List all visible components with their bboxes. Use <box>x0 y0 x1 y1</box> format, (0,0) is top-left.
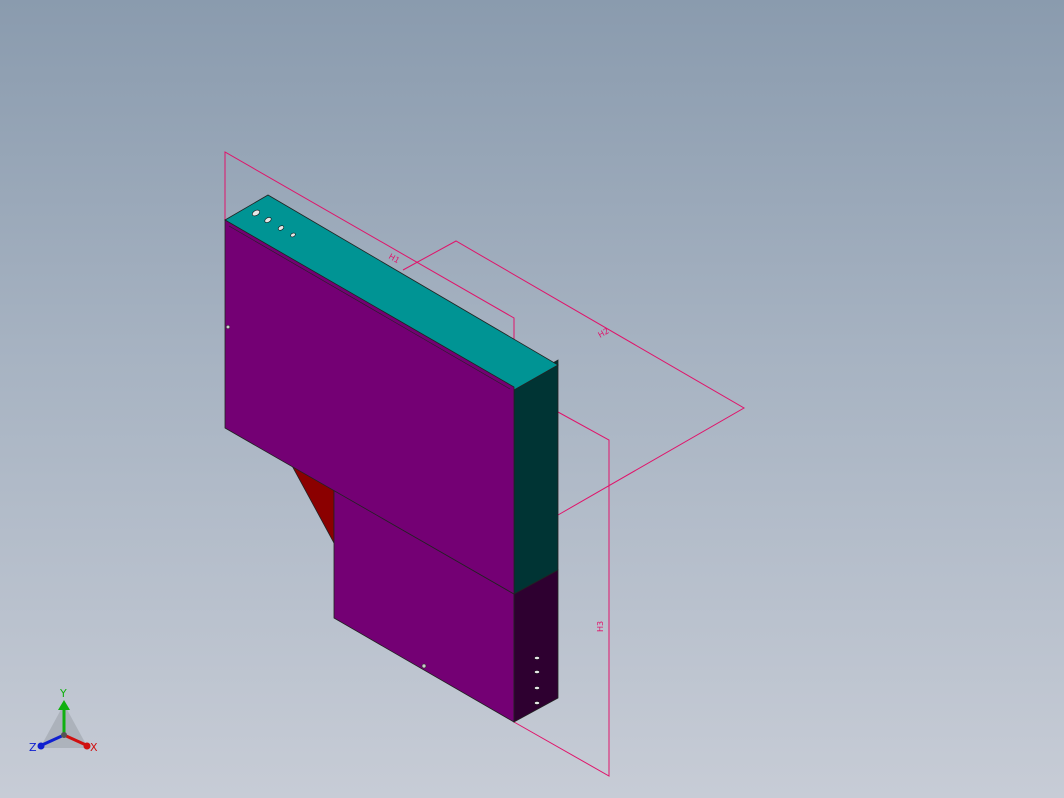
upper-box-screw <box>225 324 231 330</box>
upper-box-side[interactable] <box>513 359 559 595</box>
lower-box-side[interactable] <box>513 569 559 723</box>
triad-y-label: Y <box>59 687 67 700</box>
dimension-text-2[interactable]: H2 <box>597 326 611 339</box>
side-slot <box>534 670 540 674</box>
triad-z-label: Z <box>29 741 37 754</box>
model-scene[interactable]: H1 H2 H3 Y X Z <box>0 0 1064 798</box>
triad-z-tip <box>37 742 45 750</box>
graphics-viewport[interactable]: H1 H2 H3 Y X Z <box>0 0 1064 798</box>
dimension-text-3[interactable]: H3 <box>596 621 605 632</box>
triad-y-arrow <box>58 700 70 710</box>
triad-origin <box>61 732 67 738</box>
axis-triad[interactable]: Y X Z <box>29 687 98 754</box>
side-slot <box>534 701 540 705</box>
lower-box-screw <box>421 663 427 669</box>
side-slot <box>534 686 540 690</box>
triad-x-label: X <box>90 741 98 754</box>
side-slot <box>534 656 540 660</box>
dimension-text-1[interactable]: H1 <box>387 252 401 265</box>
